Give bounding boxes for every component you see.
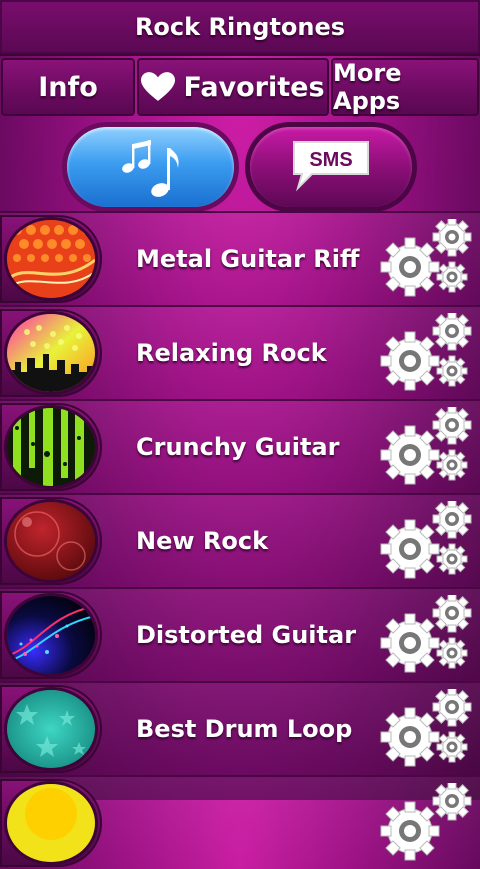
sms-icon: SMS [293,141,369,192]
favorites-button[interactable]: Favorites [137,58,329,116]
settings-gear-icon[interactable] [378,595,474,679]
info-button[interactable]: Info [1,58,135,116]
sms-icon-text: SMS [309,149,352,171]
thumbnail-frame [0,591,102,679]
ringtone-thumbnail[interactable] [7,690,95,768]
thumbnail-frame [0,497,102,585]
ringtone-row[interactable]: Metal Guitar Riff [0,211,480,305]
ringtone-name: Crunchy Guitar [136,433,340,461]
ringtone-name: Best Drum Loop [136,715,353,743]
thumbnail-frame [0,403,102,491]
settings-gear-icon[interactable] [378,219,474,303]
ringtone-thumbnail[interactable] [7,314,95,392]
top-menu: Info Favorites More Apps [0,56,480,118]
ringtone-row[interactable]: Distorted Guitar [0,587,480,681]
favorites-label: Favorites [183,71,325,103]
settings-gear-icon[interactable] [378,783,474,867]
ringtone-name: New Rock [136,527,269,555]
settings-gear-icon[interactable] [378,689,474,773]
settings-gear-icon[interactable] [378,313,474,397]
thumbnail-frame [0,215,102,303]
app-title-bar: Rock Ringtones [0,0,480,56]
ringtone-row[interactable] [0,775,480,869]
ringtone-name: Metal Guitar Riff [136,245,360,273]
app-title: Rock Ringtones [134,13,346,41]
music-notes-icon [121,140,179,197]
thumbnail-frame [0,309,102,397]
sms-mode-button[interactable]: SMS [250,127,412,207]
more-apps-button[interactable]: More Apps [331,58,479,116]
info-label: Info [38,71,98,103]
settings-gear-icon[interactable] [378,501,474,585]
settings-gear-icon[interactable] [378,407,474,491]
thumbnail-frame [0,779,102,867]
ringtone-row[interactable]: Relaxing Rock [0,305,480,399]
more-apps-label: More Apps [333,59,402,115]
mode-toggle-group: SMS [0,127,480,211]
ringtone-list: Metal Guitar Riff Relaxing Rock Crunchy … [0,211,480,869]
ringtone-thumbnail[interactable] [7,220,95,298]
ringtone-thumbnail[interactable] [7,408,95,486]
ringtone-row[interactable]: New Rock [0,493,480,587]
heart-icon [141,72,176,101]
ringtone-mode-button[interactable] [67,127,234,207]
ringtone-thumbnail[interactable] [7,784,95,862]
ringtone-thumbnail[interactable] [7,596,95,674]
ringtone-thumbnail[interactable] [7,502,95,580]
thumbnail-frame [0,685,102,773]
ringtone-row[interactable]: Best Drum Loop [0,681,480,775]
ringtone-name: Distorted Guitar [136,621,357,649]
ringtone-name: Relaxing Rock [136,339,327,367]
ringtone-row[interactable]: Crunchy Guitar [0,399,480,493]
